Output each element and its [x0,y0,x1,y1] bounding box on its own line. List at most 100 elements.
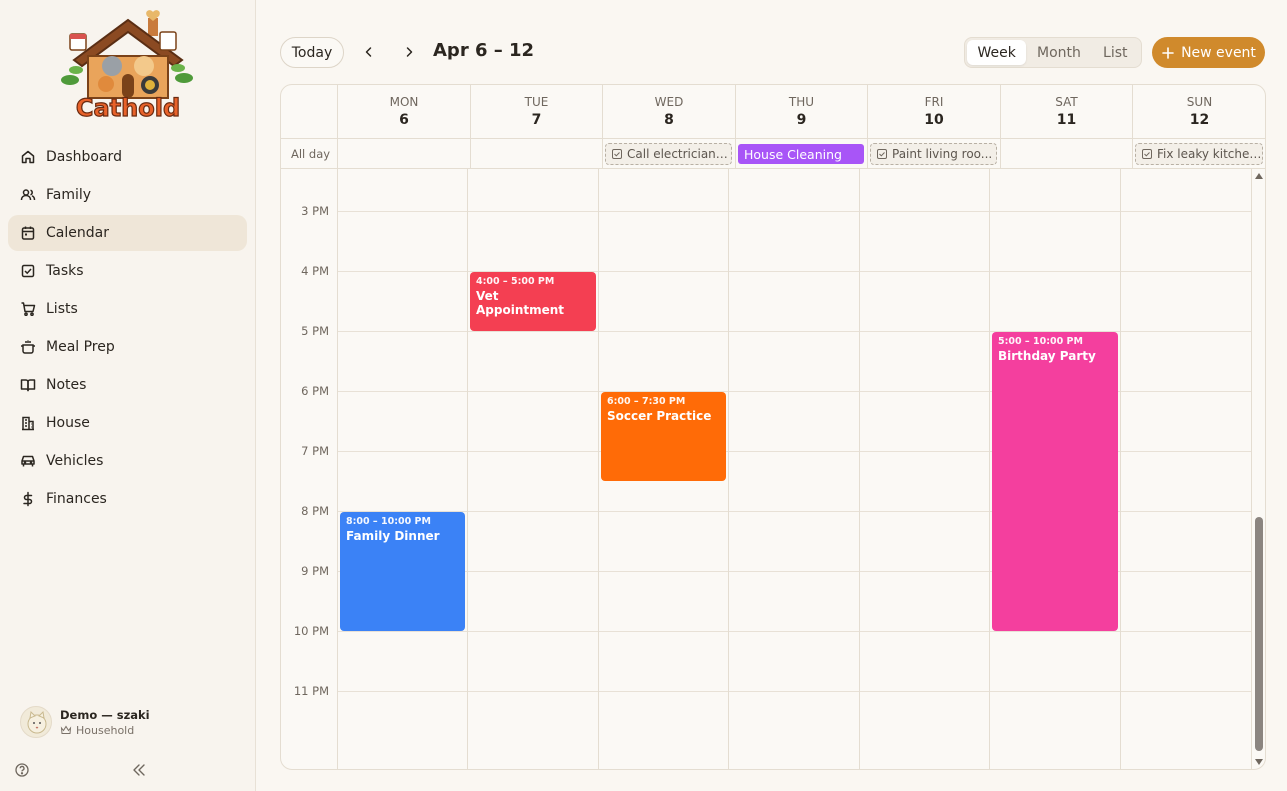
sidebar-item-family[interactable]: Family [8,177,247,213]
event-family-dinner[interactable]: 8:00 – 10:00 PM Family Dinner [340,512,465,631]
column-divider [598,169,599,769]
sidebar-item-notes[interactable]: Notes [8,367,247,403]
time-grid[interactable]: 2 PM3 PM4 PM5 PM6 PM7 PM8 PM9 PM10 PM11 … [281,169,1265,769]
day-header-mon[interactable]: MON 6 [337,85,470,138]
new-event-label: New event [1181,44,1256,61]
book-icon [20,379,36,392]
user-profile[interactable]: Demo — szaki Household [20,706,150,738]
day-name: SUN [1186,95,1213,109]
sidebar-item-lists[interactable]: Lists [8,291,247,327]
calendar-scrollbar[interactable] [1251,169,1265,769]
hour-label: 5 PM [301,324,329,338]
day-header-tue[interactable]: TUE 7 [470,85,602,138]
checkbox-icon [612,149,622,159]
tab-week[interactable]: Week [967,40,1027,65]
hour-label: 7 PM [301,444,329,458]
sidebar-item-label: Family [46,187,92,203]
allday-task[interactable]: Call electrician f... [605,143,732,165]
tab-month[interactable]: Month [1026,40,1091,65]
allday-cell[interactable] [1000,139,1132,169]
event-vet-appointment[interactable]: 4:00 – 5:00 PM Vet Appointment [470,272,596,331]
avatar [20,706,52,738]
day-header-sun[interactable]: SUN 12 [1132,85,1265,138]
event-time: 6:00 – 7:30 PM [607,396,686,407]
day-number: 10 [924,112,944,128]
sidebar-item-label: Tasks [46,263,84,279]
sidebar-item-dashboard[interactable]: Dashboard [8,139,247,175]
allday-cell[interactable] [470,139,602,169]
hour-line [337,211,1251,212]
task-title: Fix leaky kitchen... [1157,147,1262,161]
day-header-wed[interactable]: WED 8 [602,85,735,138]
cathold-logo[interactable]: Cathold [60,8,196,124]
hour-label: 9 PM [301,564,329,578]
new-event-button[interactable]: New event [1152,37,1265,68]
column-divider [467,169,468,769]
day-header-fri[interactable]: FRI 10 [867,85,1000,138]
sidebar-item-label: Notes [46,377,87,393]
sidebar-item-vehicles[interactable]: Vehicles [8,443,247,479]
car-icon [21,455,35,467]
allday-task[interactable]: Fix leaky kitchen... [1135,143,1263,165]
collapse-sidebar-icon[interactable] [131,762,147,778]
event-title: Soccer Practice [607,409,712,423]
plus-icon [1162,46,1174,59]
week-calendar: MON 6 TUE 7 WED 8 THU 9 FRI 10 SAT 11 SUN 12 All day … [280,84,1266,770]
sidebar-item-calendar[interactable]: Calendar [8,215,247,251]
sidebar-item-label: Dashboard [46,149,122,165]
scroll-up-icon[interactable] [1255,173,1263,179]
checkbox-icon [21,264,35,278]
sidebar-item-meal-prep[interactable]: Meal Prep [8,329,247,365]
prev-week-button[interactable] [360,43,378,61]
profile-role: Household [76,723,135,737]
day-name: SAT [1055,95,1078,109]
hour-label: 8 PM [301,504,329,518]
day-number: 8 [664,112,674,128]
hour-label: 11 PM [293,684,329,698]
day-header-thu[interactable]: THU 9 [735,85,867,138]
event-soccer-practice[interactable]: 6:00 – 7:30 PM Soccer Practice [601,392,726,481]
day-header-sat[interactable]: SAT 11 [1000,85,1132,138]
event-title: Family Dinner [346,529,440,543]
users-icon [20,189,36,201]
help-icon[interactable] [14,762,30,778]
day-name: WED [654,95,684,109]
chevron-right-icon [406,47,413,57]
allday-event[interactable]: House Cleaning [738,144,864,164]
allday-cell[interactable] [337,139,470,169]
sidebar-nav: Dashboard Family Calendar Tasks Lists Me… [8,139,247,519]
hour-line [337,691,1251,692]
scroll-down-icon[interactable] [1255,759,1263,765]
today-button[interactable]: Today [280,37,344,68]
column-divider [859,169,860,769]
sidebar-item-tasks[interactable]: Tasks [8,253,247,289]
event-title: Vet Appointment [476,289,565,317]
sidebar-item-label: Vehicles [46,453,104,469]
event-birthday-party[interactable]: 5:00 – 10:00 PM Birthday Party [992,332,1118,631]
sidebar-item-finances[interactable]: Finances [8,481,247,517]
calendar-icon [21,226,35,240]
hour-label: 4 PM [301,264,329,278]
cat-avatar-icon [27,710,47,734]
event-time: 8:00 – 10:00 PM [346,516,431,527]
sidebar: Cathold Dashboard Family Calendar Tasks … [0,0,256,791]
sidebar-item-label: House [46,415,90,431]
sidebar-item-label: Calendar [46,225,109,241]
tab-list[interactable]: List [1092,40,1139,65]
column-divider [728,169,729,769]
next-week-button[interactable] [400,43,418,61]
event-time: 5:00 – 10:00 PM [998,336,1083,347]
hour-line [337,631,1251,632]
event-title: Birthday Party [998,349,1096,363]
sidebar-item-label: Finances [46,491,107,507]
crown-icon [60,725,72,734]
allday-task[interactable]: Paint living roo... [870,143,997,165]
allday-label: All day [291,147,331,161]
day-name: MON [389,95,419,109]
svg-text:Cathold: Cathold [76,94,180,122]
home-icon [21,150,35,164]
sidebar-item-house[interactable]: House [8,405,247,441]
checkbox-icon [1142,149,1152,159]
chevron-left-icon [365,47,372,57]
scroll-thumb[interactable] [1255,517,1263,751]
